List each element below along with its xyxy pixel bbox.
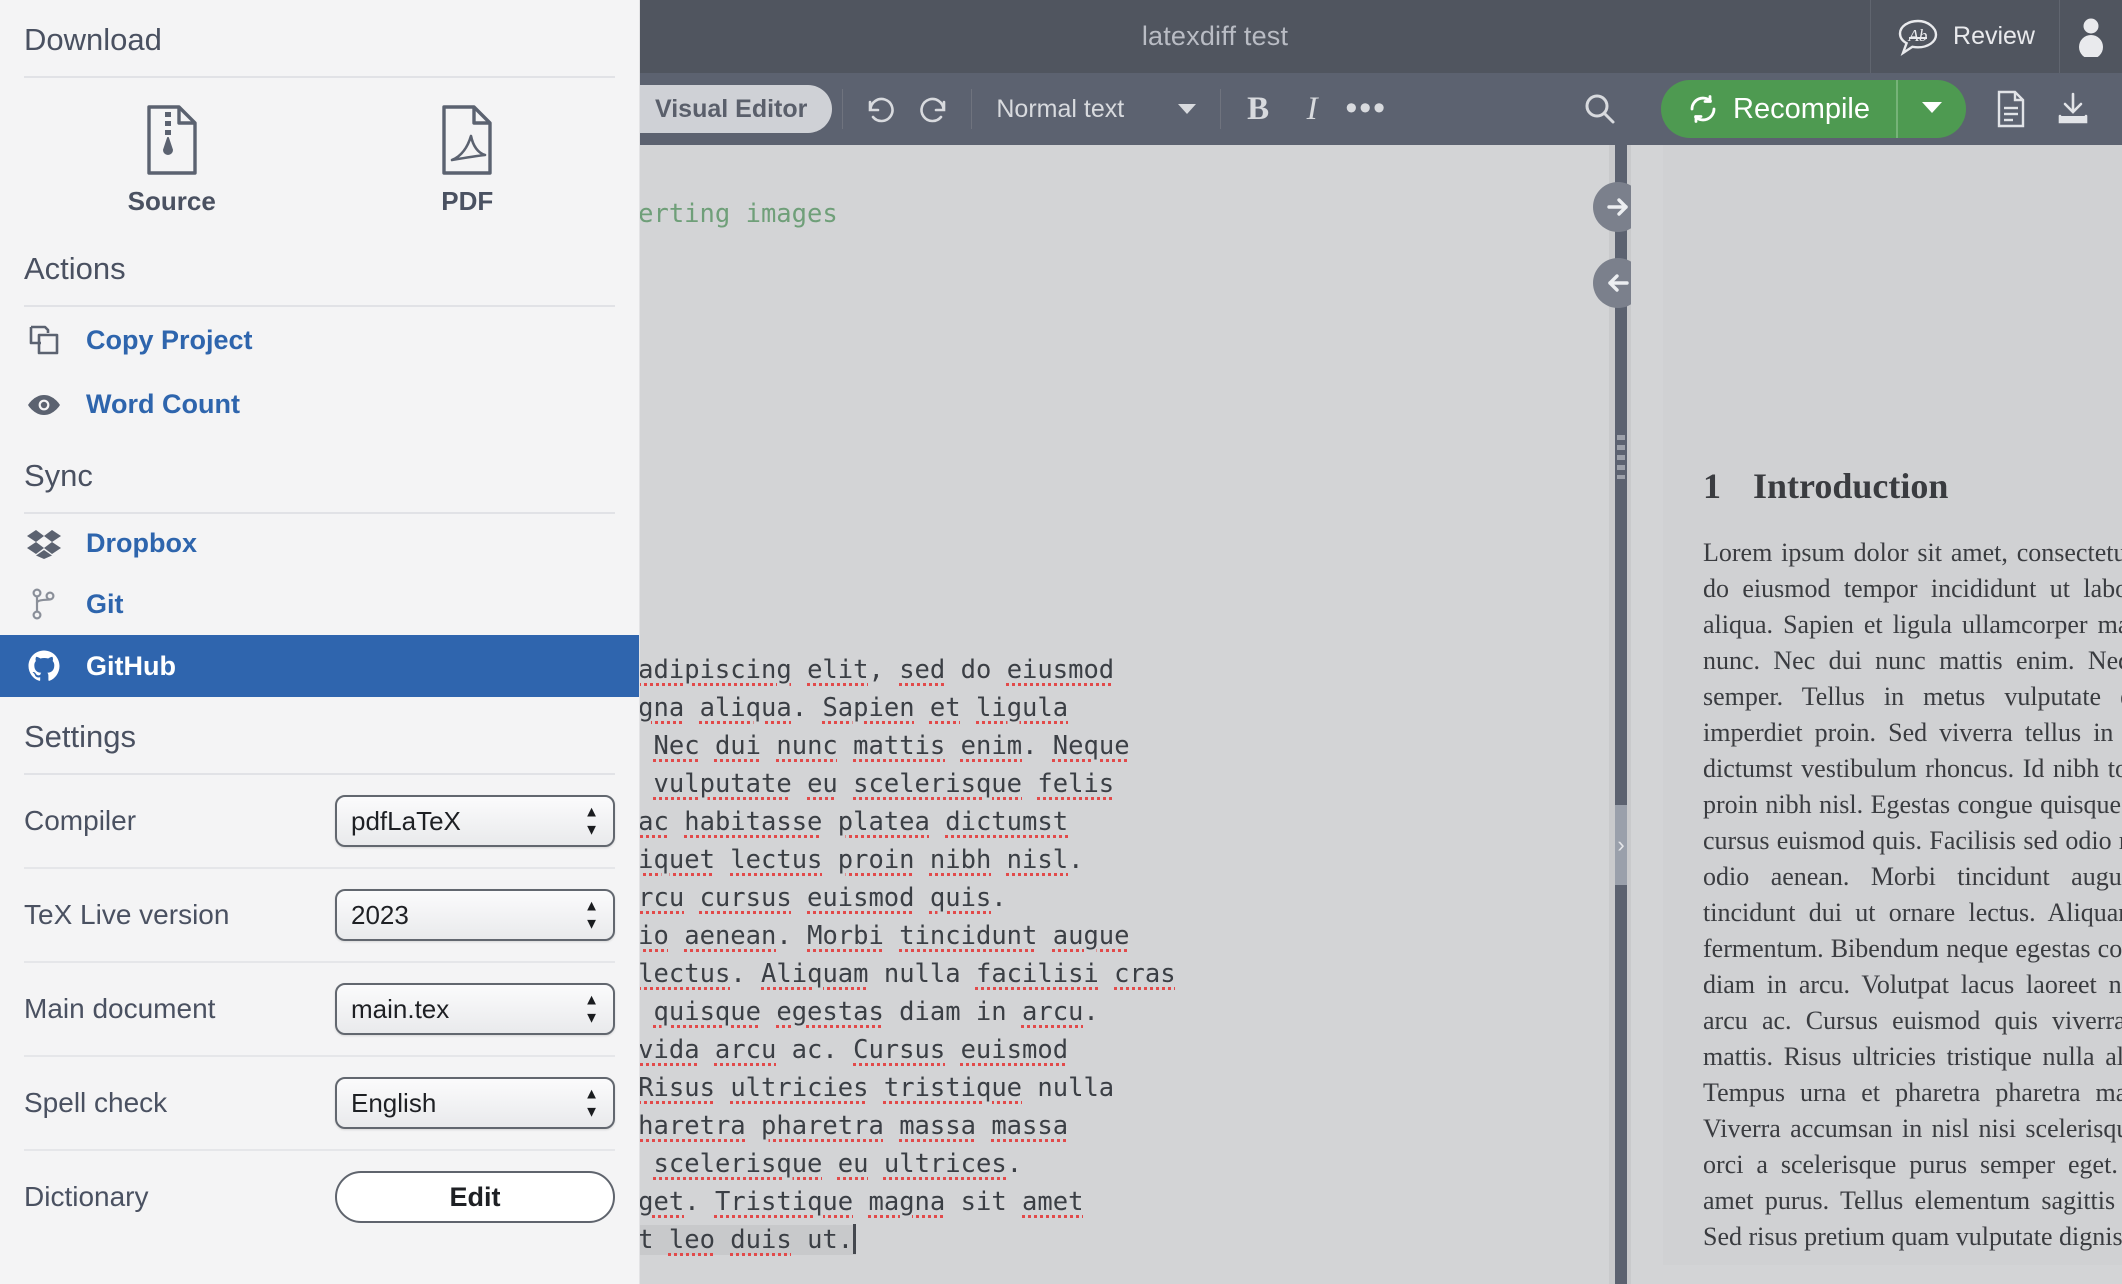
setting-dictionary-label: Dictionary — [24, 1181, 148, 1213]
copy-icon — [24, 323, 64, 357]
project-title: latexdiff test — [640, 21, 1870, 52]
splitter-grip[interactable] — [1617, 435, 1625, 479]
recompile-dropdown-button[interactable] — [1898, 100, 1966, 118]
download-source-button[interactable]: Source — [24, 104, 320, 217]
italic-label: I — [1307, 91, 1318, 128]
setting-main-document: Main document main.tex ▲▼ — [24, 963, 615, 1057]
main-document-select-value: main.tex — [351, 994, 449, 1025]
compiler-select-value: pdfLaTeX — [351, 806, 461, 837]
pdf-preview-pane[interactable]: 1 Introduction Lorem ipsum dolor sit amet… — [1631, 145, 2122, 1284]
setting-dictionary: Dictionary Edit — [24, 1151, 615, 1243]
review-label: Review — [1953, 22, 2035, 51]
setting-compiler-label: Compiler — [24, 805, 136, 837]
recompile-main[interactable]: Recompile — [1661, 93, 1896, 126]
recompile-button[interactable]: Recompile — [1661, 80, 1966, 138]
recompile-label: Recompile — [1733, 93, 1870, 126]
download-source-label: Source — [128, 186, 216, 217]
undo-icon[interactable] — [853, 82, 907, 136]
pdf-section-heading: 1 Introduction — [1703, 465, 1948, 507]
toolbar-separator-2 — [971, 89, 972, 129]
bold-label: B — [1247, 91, 1269, 128]
stepper-arrows-icon: ▲▼ — [584, 1087, 599, 1120]
zip-file-icon — [141, 104, 203, 176]
texlive-version-select[interactable]: 2023 ▲▼ — [335, 889, 615, 941]
setting-texlive-version: TeX Live version 2023 ▲▼ — [24, 869, 615, 963]
sidebar-item-dropbox[interactable]: Dropbox — [0, 514, 639, 573]
pdf-body-text: Lorem ipsum dolor sit amet, consectetur … — [1703, 535, 2122, 1255]
setting-texlive-version-label: TeX Live version — [24, 899, 229, 931]
sidebar-item-dropbox-label: Dropbox — [86, 528, 197, 559]
pdf-file-icon — [436, 104, 498, 176]
sync-section-heading: Sync — [24, 436, 615, 514]
setting-compiler: Compiler pdfLaTeX ▲▼ — [24, 775, 615, 869]
settings-section-heading: Settings — [24, 697, 615, 775]
spell-check-select[interactable]: English ▲▼ — [335, 1077, 615, 1129]
download-items: Source PDF — [24, 78, 615, 229]
splitter-expand-chevron[interactable]: › — [1615, 805, 1627, 885]
dictionary-edit-button[interactable]: Edit — [335, 1171, 615, 1223]
sidebar-item-github[interactable]: GitHub — [0, 635, 639, 697]
toolbar-separator-1 — [842, 89, 843, 129]
search-icon[interactable] — [1573, 82, 1627, 136]
svg-text:Ab: Ab — [1908, 26, 1928, 45]
stepper-arrows-icon: ▲▼ — [584, 805, 599, 838]
chevron-down-icon — [1178, 104, 1196, 114]
panel-inner: Download Source — [0, 0, 639, 1243]
more-options-button[interactable]: ••• — [1339, 82, 1393, 136]
pdf-page: 1 Introduction Lorem ipsum dolor sit amet… — [1663, 145, 2122, 1265]
sidebar-item-github-label: GitHub — [86, 651, 176, 682]
sidebar-item-git-label: Git — [86, 589, 124, 620]
review-button[interactable]: Ab Review — [1871, 0, 2059, 73]
action-copy-project[interactable]: Copy Project — [24, 307, 615, 373]
pdf-section-number: 1 — [1703, 466, 1721, 506]
avatar[interactable] — [2060, 0, 2122, 73]
download-icon[interactable] — [2042, 78, 2104, 140]
download-pdf-button[interactable]: PDF — [320, 104, 616, 217]
italic-button[interactable]: I — [1285, 82, 1339, 136]
texlive-version-select-value: 2023 — [351, 900, 409, 931]
pdf-section-title: Introduction — [1753, 466, 1948, 506]
visual-editor-label[interactable]: Visual Editor — [639, 95, 829, 124]
text-style-label: Normal text — [996, 95, 1124, 124]
chevron-down-icon — [1922, 102, 1942, 113]
recompile-icon — [1687, 93, 1719, 125]
text-style-dropdown[interactable]: Normal text — [982, 95, 1210, 124]
main-document-select[interactable]: main.tex ▲▼ — [335, 983, 615, 1035]
compiler-select[interactable]: pdfLaTeX ▲▼ — [335, 795, 615, 847]
setting-spell-check: Spell check English ▲▼ — [24, 1057, 615, 1151]
github-icon — [24, 649, 64, 683]
setting-spell-check-label: Spell check — [24, 1087, 167, 1119]
splitter-bar[interactable] — [1615, 145, 1627, 1284]
git-branch-icon — [24, 587, 64, 621]
stepper-arrows-icon: ▲▼ — [584, 993, 599, 1026]
screen: latexdiff test Ab Review — [0, 0, 2122, 1284]
bold-button[interactable]: B — [1231, 82, 1285, 136]
action-copy-project-label: Copy Project — [86, 325, 253, 356]
redo-icon[interactable] — [907, 82, 961, 136]
eye-icon — [24, 393, 64, 417]
dropbox-icon — [24, 529, 64, 559]
ellipsis-icon: ••• — [1345, 102, 1387, 116]
logs-file-icon[interactable] — [1980, 78, 2042, 140]
pane-splitter[interactable]: › — [1609, 145, 1631, 1284]
action-word-count-label: Word Count — [86, 389, 240, 420]
stepper-arrows-icon: ▲▼ — [584, 899, 599, 932]
actions-section-heading: Actions — [24, 229, 615, 307]
sidebar-item-git[interactable]: Git — [0, 573, 639, 635]
action-word-count[interactable]: Word Count — [24, 373, 615, 436]
download-pdf-label: PDF — [441, 186, 493, 217]
toolbar-separator-3 — [1220, 89, 1221, 129]
download-section-heading: Download — [24, 0, 615, 78]
project-menu-panel: Download Source — [0, 0, 640, 1284]
review-icon: Ab — [1895, 17, 1941, 57]
spell-check-select-value: English — [351, 1088, 436, 1119]
setting-main-document-label: Main document — [24, 993, 215, 1025]
